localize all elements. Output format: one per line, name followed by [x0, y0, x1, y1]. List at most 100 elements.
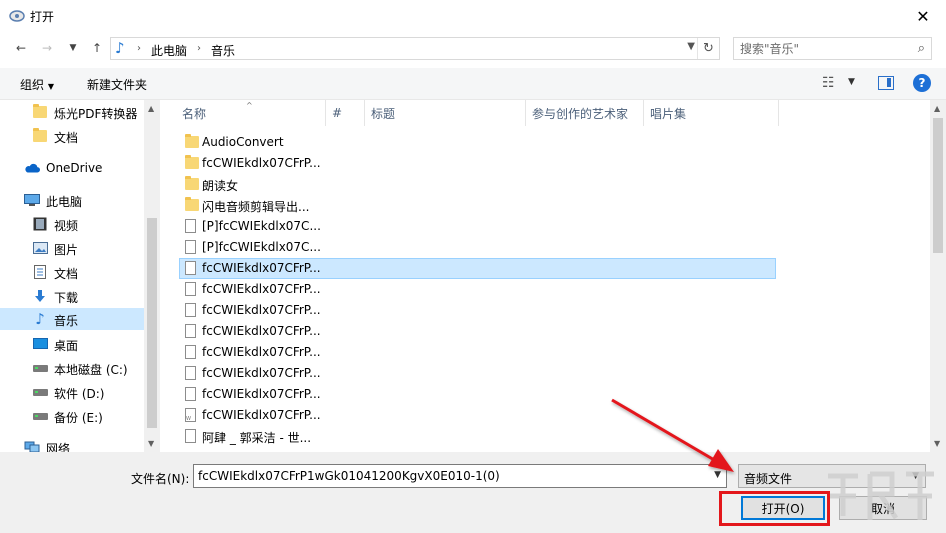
sidebar-item-downloads[interactable]: 下载: [0, 285, 144, 307]
file-name: fcCWIEkdlx07CFrP...: [202, 366, 321, 380]
list-item[interactable]: 阿肆 _ 郭采洁 - 世...: [179, 426, 776, 449]
list-item[interactable]: fcCWIEkdlx07CFrP...: [179, 405, 776, 426]
sidebar-item-drive-d[interactable]: 软件 (D:): [0, 381, 144, 403]
list-item-selected[interactable]: fcCWIEkdlx07CFrP...: [179, 258, 776, 279]
command-bar: 组织 ▼ 新建文件夹 ☷ ▼ ?: [0, 68, 946, 100]
list-item[interactable]: fcCWIEkdlx07CFrP...: [179, 363, 776, 384]
filename-label: 文件名(N):: [131, 472, 190, 486]
sidebar-item-label: 文档: [54, 267, 79, 281]
list-item[interactable]: fcCWIEkdlx07CFrP...: [179, 384, 776, 405]
up-button[interactable]: ↑: [86, 38, 108, 58]
list-item[interactable]: fcCWIEkdlx07CFrP...: [179, 321, 776, 342]
recent-locations-button[interactable]: ▼: [62, 38, 84, 58]
scroll-down-icon[interactable]: ▼: [148, 439, 154, 448]
list-item[interactable]: 闪电音频剪辑导出...: [179, 195, 776, 216]
sidebar-item-network[interactable]: 网络: [0, 436, 144, 452]
sidebar-item-documents-folder[interactable]: 文档: [0, 125, 144, 147]
address-bar[interactable]: ♪ › 此电脑 › 音乐 ▼ ↻: [110, 37, 720, 60]
close-icon: ✕: [916, 6, 930, 26]
file-icon: [185, 345, 196, 359]
list-item[interactable]: [P]fcCWIEkdlx07C...: [179, 237, 776, 258]
sidebar-item-desktop[interactable]: 桌面: [0, 333, 144, 355]
sidebar-item-label: 备份 (E:): [54, 411, 103, 425]
chevron-down-icon[interactable]: ▼: [848, 77, 855, 87]
chevron-right-icon: ›: [137, 43, 141, 54]
sidebar-item-drive-c[interactable]: 本地磁盘 (C:): [0, 357, 144, 379]
sidebar-item-pdf-converter[interactable]: 烁光PDF转换器: [0, 101, 144, 123]
sidebar-item-label: 音乐: [54, 314, 79, 328]
music-icon: ♪: [35, 310, 45, 328]
drive-icon: [32, 385, 48, 399]
sidebar-item-pictures[interactable]: 图片: [0, 237, 144, 259]
drive-icon: [32, 409, 48, 423]
sidebar-item-this-pc[interactable]: 此电脑: [0, 189, 144, 211]
chevron-down-icon[interactable]: ▼: [714, 470, 721, 480]
forward-button[interactable]: →: [36, 38, 58, 58]
scroll-thumb[interactable]: [147, 218, 157, 428]
file-name: fcCWIEkdlx07CFrP...: [202, 282, 321, 296]
sidebar-item-videos[interactable]: 视频: [0, 213, 144, 235]
column-header-album[interactable]: 唱片集: [644, 100, 779, 126]
sidebar-item-documents[interactable]: 文档: [0, 261, 144, 283]
view-options-button[interactable]: ☷: [822, 75, 835, 91]
sidebar-item-label: 烁光PDF转换器: [54, 107, 138, 121]
search-icon[interactable]: ⌕: [918, 41, 925, 56]
column-header-label: 名称: [182, 106, 207, 121]
list-item[interactable]: fcCWIEkdlx07CFrP...: [179, 300, 776, 321]
refresh-icon: ↻: [703, 41, 714, 56]
chevron-down-icon: ▼: [912, 471, 919, 481]
close-button[interactable]: ✕: [900, 0, 946, 32]
column-header-title[interactable]: 标题: [365, 100, 526, 126]
file-name: 阿肆 _ 郭采洁 - 世...: [202, 431, 312, 445]
folder-icon: [32, 104, 48, 119]
help-button[interactable]: ?: [913, 74, 931, 92]
download-icon: [32, 289, 48, 303]
open-button[interactable]: 打开(O): [741, 496, 825, 520]
new-folder-button[interactable]: 新建文件夹: [87, 76, 147, 93]
sidebar-scrollbar[interactable]: ▲ ▼: [144, 100, 160, 452]
list-item[interactable]: fcCWIEkdlx07CFrP...: [179, 342, 776, 363]
column-header-number[interactable]: #: [326, 100, 365, 126]
breadcrumb-item[interactable]: 音乐: [211, 42, 235, 59]
chevron-down-icon[interactable]: ▼: [687, 41, 695, 52]
preview-pane-button[interactable]: [878, 76, 894, 90]
search-box: ⌕: [733, 37, 932, 60]
window-title: 打开: [30, 10, 55, 24]
audio-file-icon: [185, 408, 196, 422]
cancel-button[interactable]: 取消: [839, 496, 927, 520]
scroll-down-icon[interactable]: ▼: [934, 439, 940, 448]
organize-button[interactable]: 组织 ▼: [20, 76, 54, 93]
list-item[interactable]: fcCWIEkdlx07CFrP...: [179, 153, 776, 174]
sidebar-item-label: 此电脑: [46, 195, 83, 209]
column-header-label: 标题: [371, 106, 396, 121]
sidebar-item-label: 文档: [54, 131, 79, 145]
list-item[interactable]: [P]fcCWIEkdlx07C...: [179, 216, 776, 237]
scroll-up-icon[interactable]: ▲: [934, 104, 940, 113]
document-icon: [32, 265, 48, 279]
breadcrumb-item[interactable]: 此电脑: [151, 42, 187, 59]
sidebar-item-onedrive[interactable]: OneDrive: [0, 157, 144, 179]
title-bar: 打开 ✕: [0, 0, 946, 32]
folder-icon: [185, 155, 199, 169]
back-button[interactable]: ←: [10, 38, 32, 58]
file-name: 闪电音频剪辑导出...: [202, 200, 310, 214]
filetype-select[interactable]: 音频文件 ▼: [738, 464, 926, 488]
list-item[interactable]: 朗读女: [179, 174, 776, 195]
sidebar-item-music[interactable]: ♪ 音乐: [0, 308, 144, 330]
list-item[interactable]: AudioConvert: [179, 132, 776, 153]
folder-icon: [185, 176, 199, 190]
filetype-value: 音频文件: [744, 472, 793, 486]
sidebar-item-drive-e[interactable]: 备份 (E:): [0, 405, 144, 427]
app-icon: [9, 10, 25, 22]
list-item[interactable]: fcCWIEkdlx07CFrP...: [179, 279, 776, 300]
search-input[interactable]: [734, 38, 904, 59]
scroll-up-icon[interactable]: ▲: [148, 104, 154, 113]
details-view-icon: ☷: [822, 75, 835, 91]
folder-icon: [185, 197, 199, 211]
column-header-artists[interactable]: 参与创作的艺术家: [526, 100, 644, 126]
refresh-button[interactable]: ↻: [697, 38, 719, 59]
file-list-scrollbar[interactable]: ▲ ▼: [930, 100, 946, 452]
scroll-thumb[interactable]: [933, 118, 943, 253]
file-icon: [185, 282, 196, 296]
filename-input[interactable]: [194, 465, 704, 487]
